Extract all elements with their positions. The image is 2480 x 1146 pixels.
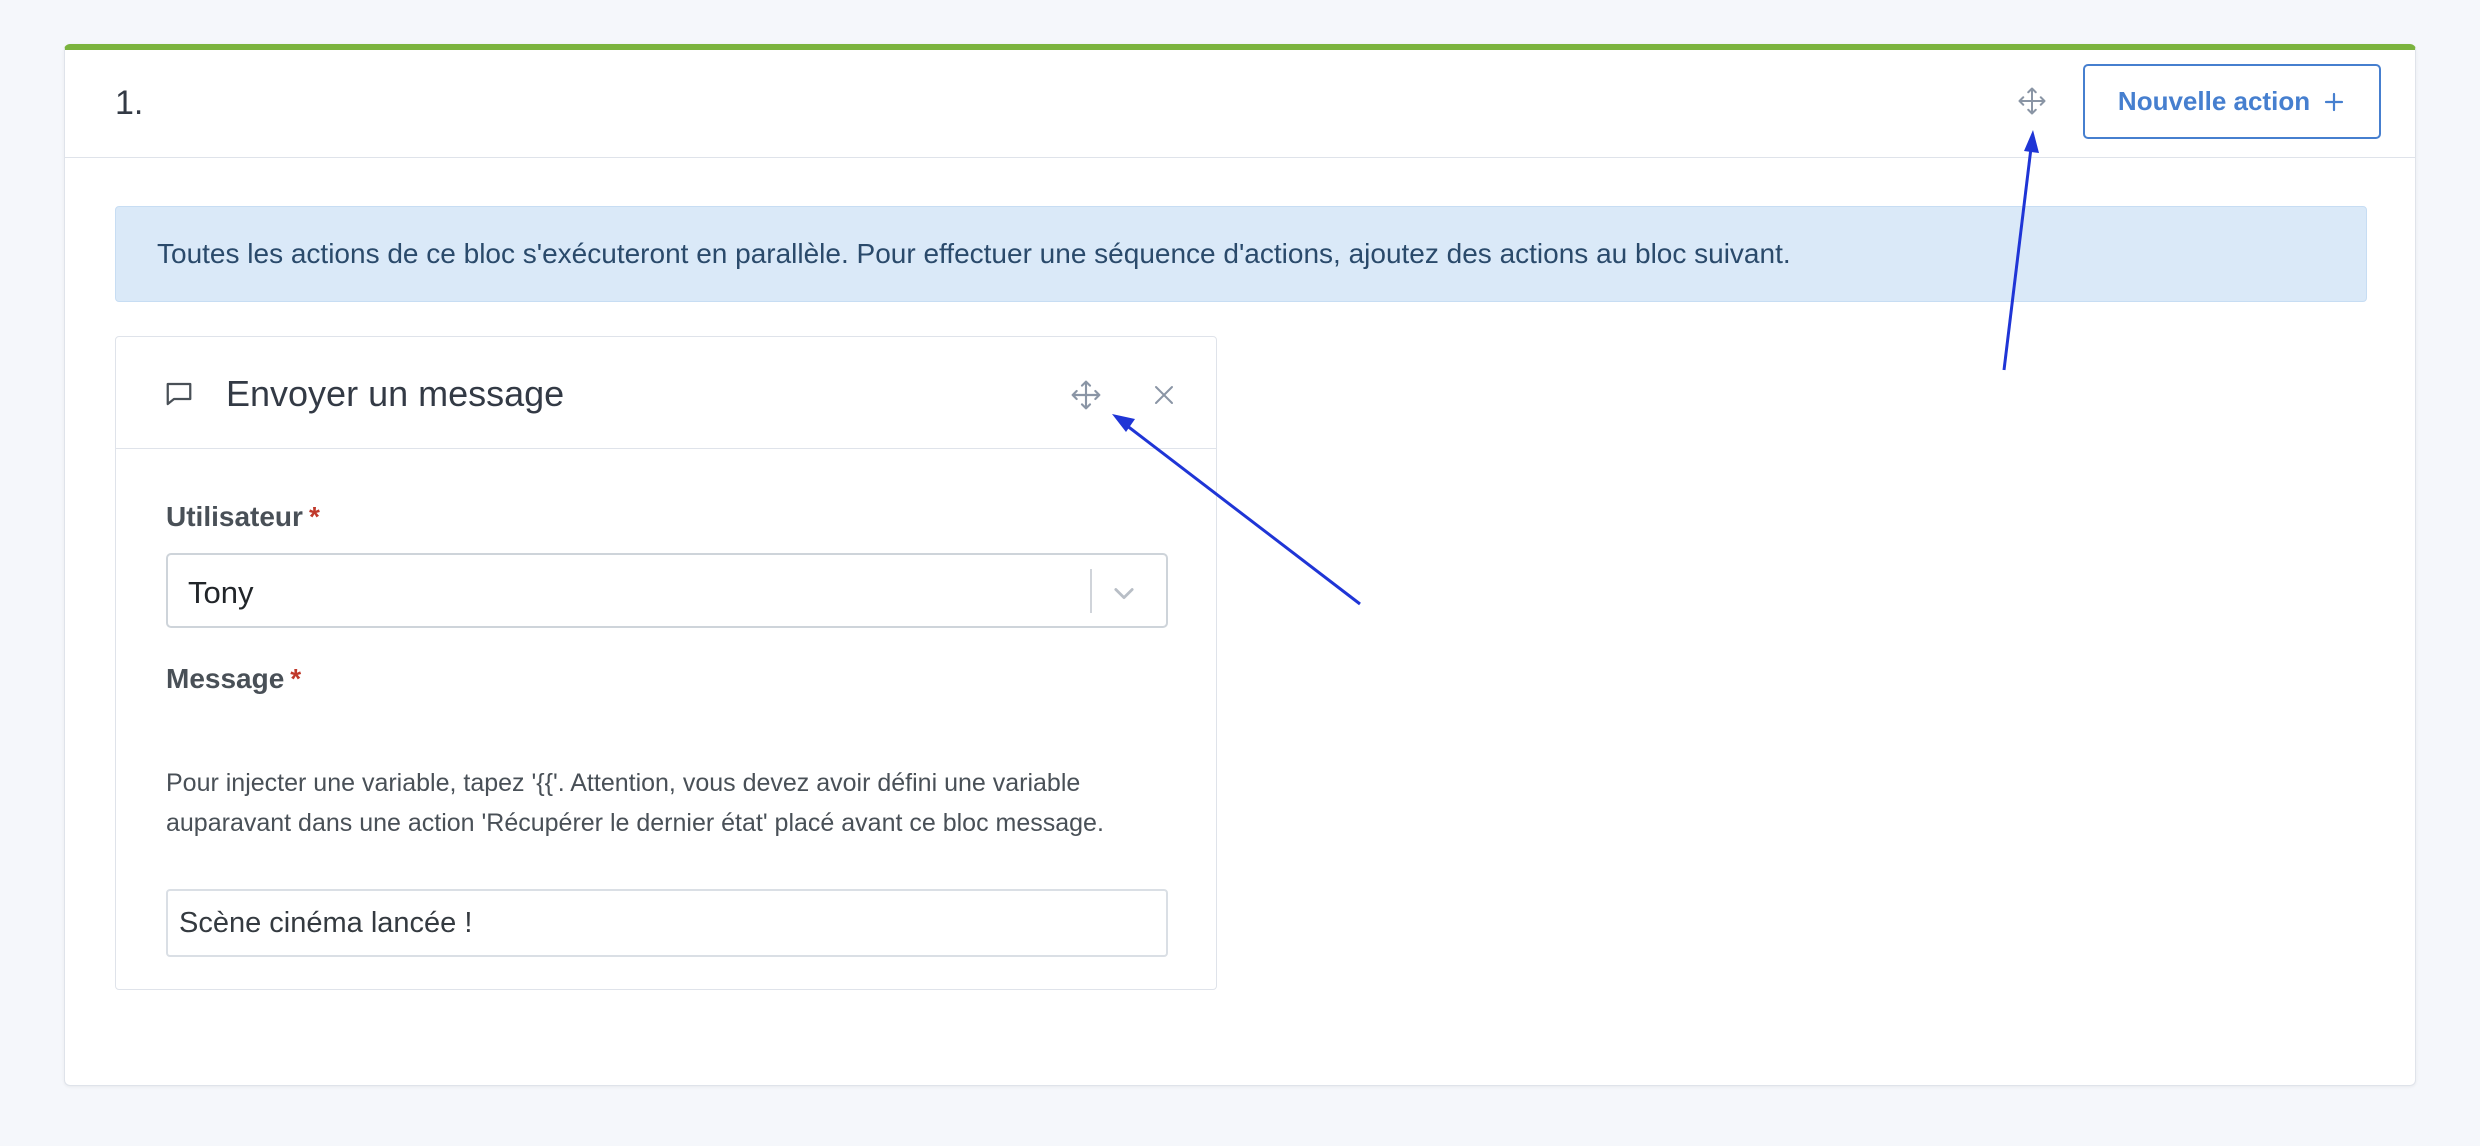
move-icon[interactable] [2017, 86, 2047, 116]
user-select-value: Tony [188, 575, 254, 610]
message-input[interactable] [166, 889, 1168, 957]
move-icon[interactable] [1070, 379, 1102, 411]
user-select[interactable]: Tony [166, 553, 1168, 628]
required-marker: * [308, 501, 320, 532]
close-icon[interactable] [1152, 383, 1176, 407]
required-marker: * [290, 663, 302, 694]
message-help-text: Pour injecter une variable, tapez '{{'. … [166, 769, 1104, 837]
message-icon [166, 382, 192, 406]
message-field-label: Message * [166, 663, 301, 695]
plus-icon [2324, 92, 2344, 111]
new-action-label: Nouvelle action [2117, 86, 2311, 116]
chevron-down-icon[interactable] [1110, 579, 1138, 607]
new-action-button[interactable]: Nouvelle action [2083, 64, 2381, 139]
action-block-card: 1. Nouvelle action Toutes les actions de… [64, 44, 2416, 1086]
user-label-text: Utilisateur [166, 501, 303, 532]
message-label-text: Message [166, 663, 285, 694]
parallel-info-alert: Toutes les actions de ce bloc s'exécuter… [115, 206, 2367, 302]
action-title: Envoyer un message [226, 373, 565, 414]
block-number-title: 1. [115, 84, 144, 122]
send-message-action-card: Envoyer un message Utilisateur * Tony Mes… [115, 336, 1217, 990]
action-header: Envoyer un message [116, 337, 1216, 449]
block-header: 1. Nouvelle action [65, 50, 2415, 158]
select-separator [1090, 569, 1092, 613]
parallel-info-text: Toutes les actions de ce bloc s'exécuter… [157, 238, 1791, 269]
user-field-label: Utilisateur * [166, 501, 320, 533]
